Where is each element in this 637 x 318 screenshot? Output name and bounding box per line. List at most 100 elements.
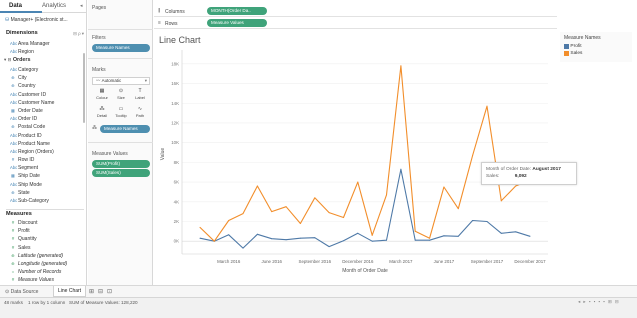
mark-label-button[interactable]: T Label [130, 88, 150, 101]
field-label: Country [18, 83, 36, 90]
dimension-field-item[interactable]: Abc Region (Orders) [10, 148, 82, 156]
sheet-navigation-icons[interactable]: ◂ ▸ ▪ ▪ ▪ ▪ ⊞ ⊟ [578, 299, 634, 306]
measure-field-item[interactable]: # Measure Values [10, 276, 82, 284]
columns-shelf[interactable]: ⫼ Columns MONTH(Order Da.. [154, 6, 557, 17]
field-type-icon: Abc [10, 99, 18, 105]
field-label: Sales [18, 244, 31, 251]
measure-field-item[interactable]: ⊕ Latitude (generated) [10, 252, 82, 260]
data-point-sales [285, 206, 287, 208]
dimension-field-item[interactable]: Abc Category [10, 66, 82, 74]
datasource-row[interactable]: ⛁ Manager+ (Electronic st... [5, 17, 85, 25]
measure-field-item[interactable]: # Discount [10, 219, 82, 227]
dimension-field-item[interactable]: # Row ID [10, 156, 82, 164]
columns-shelf-label: Columns [165, 9, 185, 15]
pages-card[interactable]: Pages [88, 0, 153, 30]
data-point-profit [386, 239, 388, 241]
dimension-field-item[interactable]: ▦ Order Date [10, 107, 82, 115]
tab-data-source-label: Data Source [10, 289, 39, 295]
dimension-field-item[interactable]: ▦ Ship Date [10, 172, 82, 180]
rows-shelf[interactable]: ≡ Rows Measure Values [154, 18, 557, 29]
mark-size-button[interactable]: ⊙ Size [111, 88, 131, 101]
field-label: Sub-Category [18, 198, 49, 204]
legend-label-profit: Profit [570, 44, 582, 50]
tab-analytics[interactable]: Analytics ◂ [42, 0, 87, 13]
measure-list: # Discount # Profit # Quantity # Sales ⊕ Latitude… [10, 219, 82, 285]
dimension-field-item[interactable]: Abc Region [10, 48, 82, 56]
y-tick-label: 8K [174, 160, 179, 165]
new-worksheet-icon[interactable]: ⊞ [89, 288, 94, 295]
mark-type-dropdown[interactable]: 〰 Automatic ▾ [92, 77, 150, 85]
data-point-profit [472, 220, 474, 222]
field-type-icon: # [11, 236, 15, 242]
chart-view: Line Chart 0K 2K 4K 6K 8K 10K 12K 14K 16K 18K Valu… [156, 32, 577, 296]
measure-field-item[interactable]: # Quantity [10, 235, 82, 243]
mark-detail-button[interactable]: ⁂ Detail [92, 106, 112, 119]
dimensions-tools-icon[interactable]: ⊟ ρ ▾ [73, 31, 84, 37]
field-label: Discount [18, 220, 38, 226]
dimension-field-item[interactable]: Abc Customer Name [10, 99, 82, 107]
legend-swatch-profit [564, 44, 569, 50]
dimension-field-item[interactable]: Abc Product Name [10, 140, 82, 148]
dimension-field-item[interactable]: Abc Ship Mode [10, 181, 82, 189]
data-point-sales [472, 154, 474, 156]
collapse-icon[interactable]: ◂ [80, 3, 83, 9]
data-point-profit [228, 234, 230, 236]
legend-item-sales[interactable]: Sales [564, 51, 582, 57]
mark-colour-button[interactable]: ▦ Colour [92, 88, 112, 101]
data-point-profit [256, 233, 258, 235]
mark-detail-label: Detail [96, 113, 108, 118]
filter-measure-names-pill[interactable]: Measure Names [92, 44, 150, 52]
filters-card[interactable]: Filters Measure Names [88, 31, 153, 59]
field-type-icon: # [11, 157, 15, 163]
y-tick-label: 2K [174, 219, 179, 224]
dimension-field-item[interactable]: Abc Order ID [10, 115, 82, 123]
field-label: Segment [18, 165, 39, 172]
columns-month-order-date-pill[interactable]: MONTH(Order Da.. [207, 7, 267, 15]
legend-item-profit[interactable]: Profit [564, 44, 582, 50]
mark-path-label: Path [135, 113, 145, 118]
dimension-field-item[interactable]: ⊕ Country [10, 82, 82, 90]
dimension-field-item[interactable]: Abc Sub-Category [10, 197, 82, 205]
dimension-field-item[interactable]: ⊕ State [10, 189, 82, 197]
pane-scrollbar[interactable] [83, 53, 85, 123]
dimension-field-item[interactable]: Abc Area Manager [10, 40, 82, 48]
measure-field-item[interactable]: ⊕ Longitude (generated) [10, 260, 82, 268]
tab-data-source[interactable]: ⊙ Data Source [2, 287, 41, 297]
sum-profit-pill[interactable]: SUM(Profit) [92, 160, 150, 168]
data-point-sales [371, 234, 373, 236]
tab-line-chart-label: Line Chart [58, 288, 82, 294]
dimension-field-item[interactable]: ⊕ City [10, 74, 82, 82]
data-point-sales [256, 185, 258, 187]
dimension-field-item[interactable]: Abc Segment [10, 164, 82, 172]
new-story-icon[interactable]: ⊡ [107, 288, 112, 295]
mark-tooltip-button[interactable]: ▭ Tooltip [111, 106, 131, 119]
field-label: Customer ID [18, 91, 47, 98]
sum-sales-pill[interactable]: SUM(Sales) [92, 169, 150, 177]
y-tick-label: 4K [174, 199, 179, 204]
dimension-field-item[interactable]: Abc Product ID [10, 132, 82, 140]
field-label: State [18, 189, 30, 196]
dimension-field-item[interactable]: ⊕ Postal Code [10, 123, 82, 131]
field-label: Order ID [18, 116, 38, 123]
x-tick-label: September 2016 [299, 259, 332, 264]
field-type-icon: ▦ [11, 173, 15, 179]
dimension-field-item[interactable]: Abc Customer ID [10, 91, 82, 99]
rows-measure-values-pill[interactable]: Measure Values [207, 19, 267, 27]
tab-line-chart[interactable]: Line Chart [53, 286, 86, 297]
data-point-profit [500, 232, 502, 234]
datasource-icon: ⛁ [5, 17, 10, 23]
folder-toggle-icon: ▾ ⊟ [4, 57, 12, 62]
data-point-sales [443, 186, 445, 188]
dimension-list: Abc Area Manager Abc Region [10, 40, 82, 56]
measure-field-item[interactable]: # Profit [10, 227, 82, 235]
new-dashboard-icon[interactable]: ⊟ [98, 288, 103, 295]
measure-field-item[interactable]: # Sales [10, 244, 82, 252]
color-measure-names-pill[interactable]: Measure Names [100, 125, 150, 133]
field-label: Region (Orders) [18, 148, 54, 155]
orders-folder[interactable]: ▾ ⊟ Orders [4, 57, 82, 65]
mark-colour-label: Colour [96, 95, 108, 100]
measure-field-item[interactable]: = Number of Records [10, 268, 82, 276]
tab-data[interactable]: Data [0, 0, 42, 13]
mark-path-button[interactable]: ∿ Path [130, 106, 150, 119]
data-point-sales [457, 208, 459, 210]
